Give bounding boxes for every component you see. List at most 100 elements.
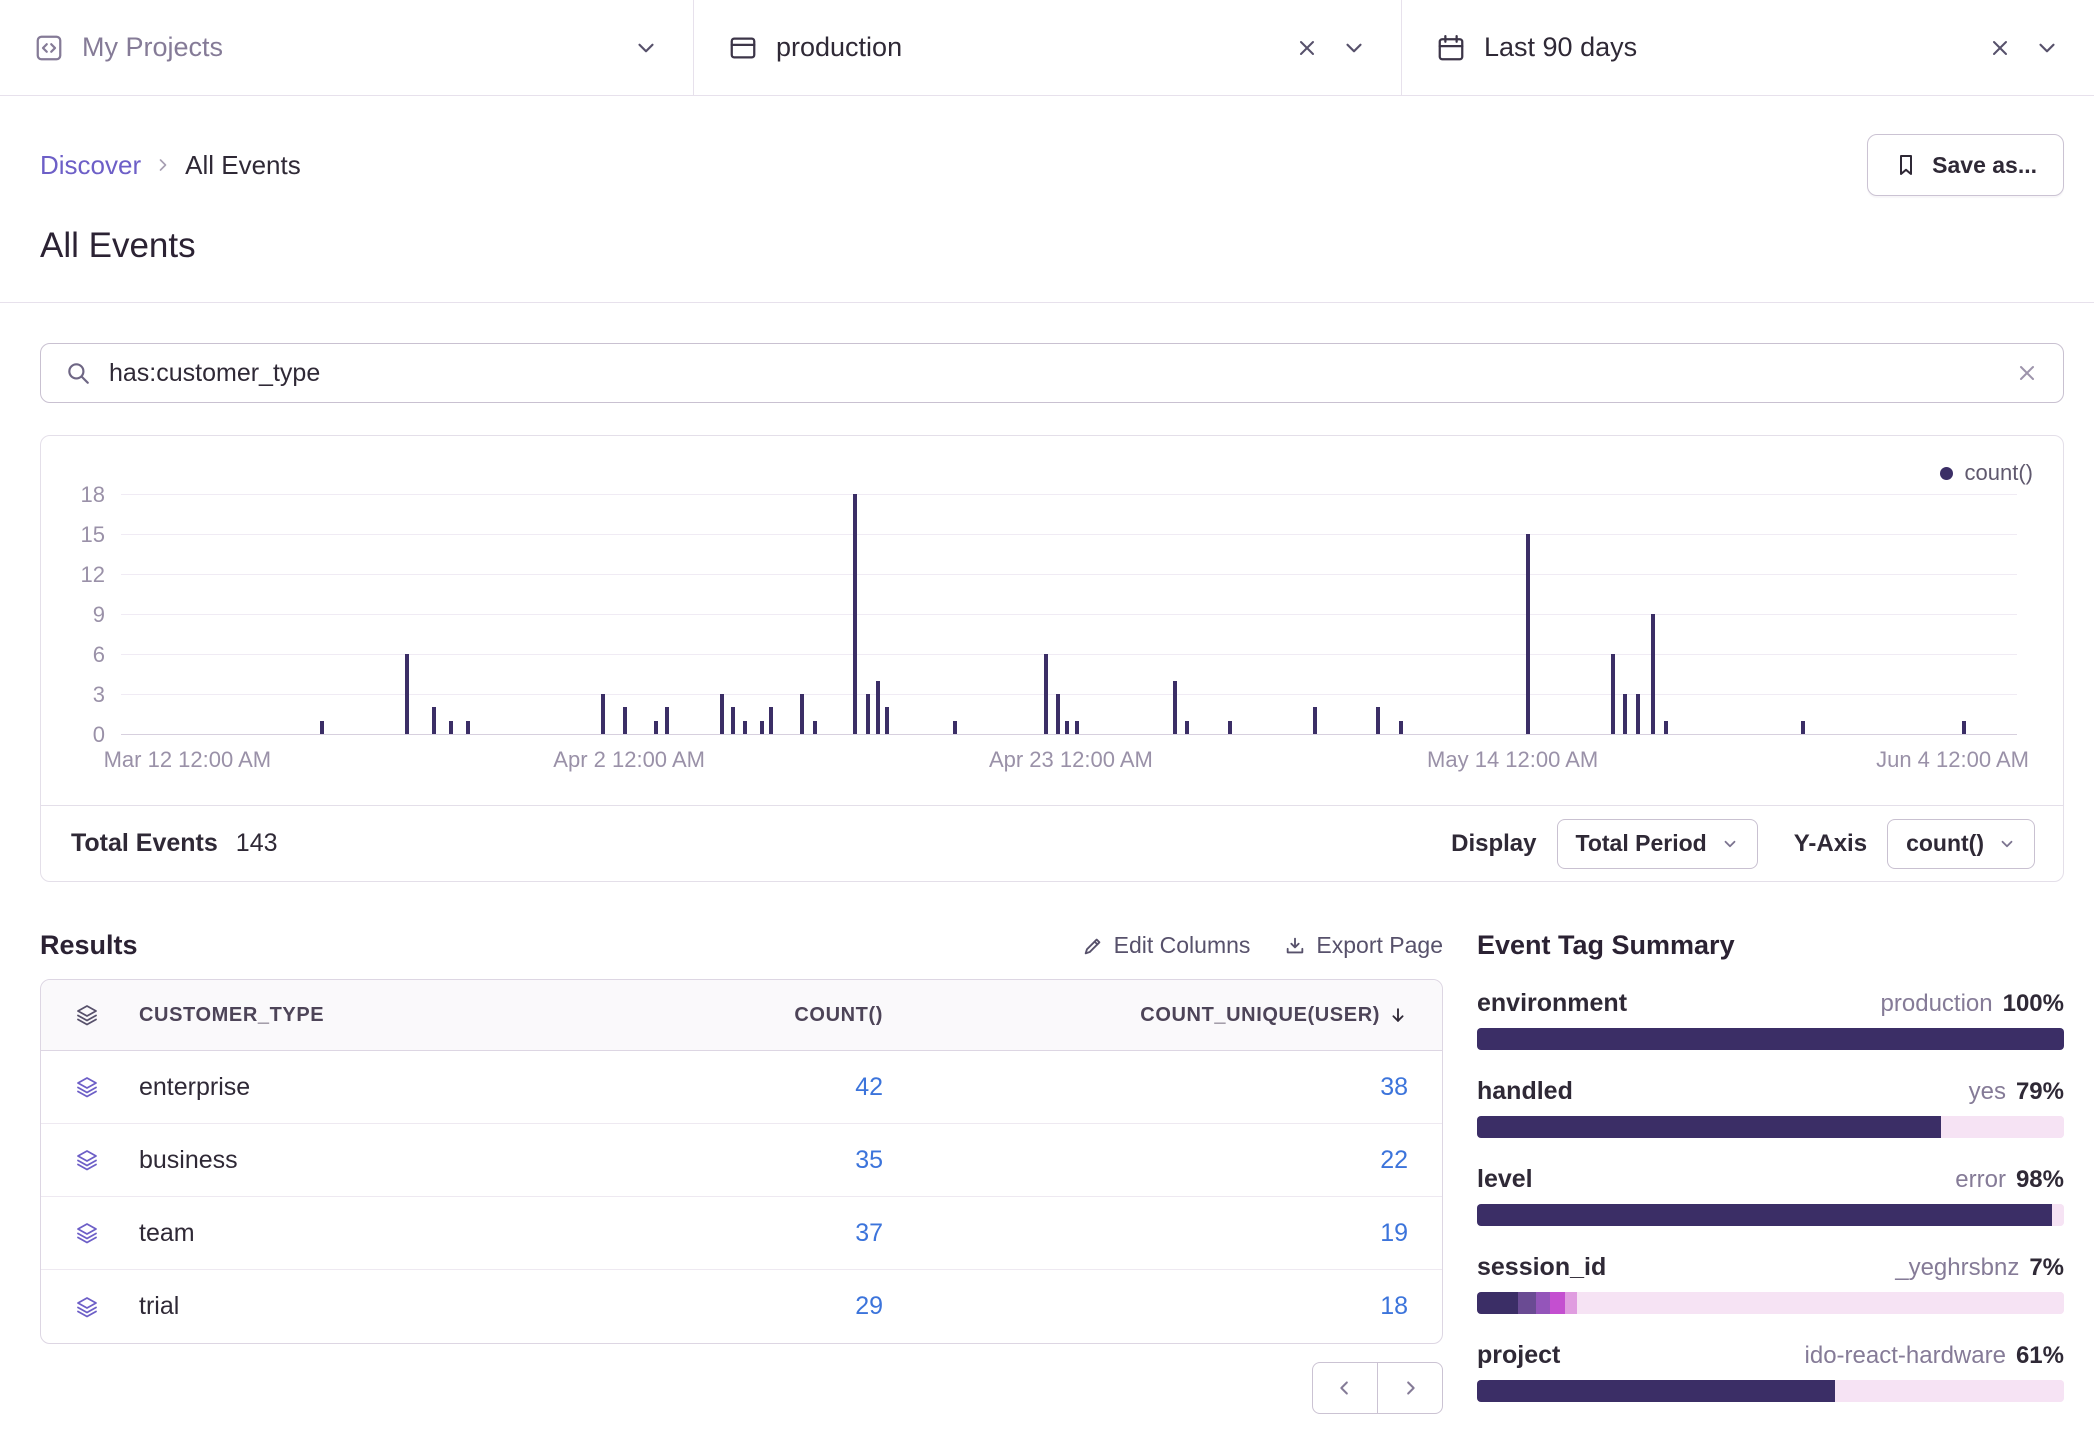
tag-summary-title: Event Tag Summary (1477, 930, 2064, 961)
save-as-button[interactable]: Save as... (1867, 134, 2064, 196)
column-header-count[interactable]: COUNT() (563, 1004, 883, 1027)
tag-top-value: production (1881, 990, 1993, 1018)
tag-item-level: level error 98% (1477, 1165, 2064, 1226)
chevron-down-icon (1721, 835, 1739, 853)
tag-item-project: project ido-react-hardware 61% (1477, 1341, 2064, 1402)
legend-label: count() (1965, 460, 2033, 486)
tag-percent: 79% (2016, 1078, 2064, 1106)
chart-footer: Total Events 143 Display Total Period Y-… (41, 805, 2063, 881)
tag-name: project (1477, 1341, 1560, 1370)
tag-name: session_id (1477, 1253, 1606, 1282)
results-table: CUSTOMER_TYPE COUNT() COUNT_UNIQUE(USER)… (40, 979, 1443, 1344)
pencil-icon (1082, 935, 1104, 957)
table-header-row: CUSTOMER_TYPE COUNT() COUNT_UNIQUE(USER) (41, 980, 1442, 1051)
next-page-button[interactable] (1377, 1362, 1443, 1414)
count-value[interactable]: 42 (563, 1073, 883, 1102)
chart-plot: 0369121518 (121, 495, 2017, 735)
tag-name: level (1477, 1165, 1533, 1194)
tag-percent: 7% (2029, 1254, 2064, 1282)
table-row: business 35 22 (41, 1124, 1442, 1197)
clear-search-icon[interactable] (2015, 361, 2039, 385)
date-range-label: Last 90 days (1484, 32, 1637, 63)
tag-distribution-bar[interactable] (1477, 1292, 2064, 1314)
date-range-selector[interactable]: Last 90 days (1402, 0, 2094, 95)
layers-icon (75, 1075, 139, 1099)
export-page-button[interactable]: Export Page (1284, 932, 1443, 959)
projects-icon (34, 33, 64, 63)
page-title: All Events (0, 196, 2094, 302)
clear-date-range-icon[interactable] (1988, 36, 2012, 60)
search-bar[interactable]: has:customer_type (40, 343, 2064, 403)
legend-dot-icon (1940, 467, 1953, 480)
download-icon (1284, 935, 1306, 957)
tag-top-value: _yeghrsbnz (1895, 1254, 2019, 1282)
environment-selector[interactable]: production (694, 0, 1402, 95)
tag-distribution-bar[interactable] (1477, 1028, 2064, 1050)
count-unique-value[interactable]: 18 (883, 1292, 1408, 1321)
count-unique-value[interactable]: 38 (883, 1073, 1408, 1102)
tag-percent: 100% (2003, 990, 2064, 1018)
tag-name: handled (1477, 1077, 1573, 1106)
tag-distribution-bar[interactable] (1477, 1204, 2064, 1226)
events-chart[interactable]: count() 0369121518 Mar 12 12:00 AMApr 2 … (41, 436, 2063, 807)
yaxis-label: Y-Axis (1794, 830, 1867, 858)
tag-distribution-bar[interactable] (1477, 1380, 2064, 1402)
customer-type-value: business (139, 1146, 563, 1175)
top-bar: My Projects production (0, 0, 2094, 96)
table-row: trial 29 18 (41, 1270, 1442, 1343)
chart-xticks: Mar 12 12:00 AMApr 2 12:00 AMApr 23 12:0… (121, 747, 2017, 777)
tag-top-value: yes (1969, 1078, 2006, 1106)
edit-columns-label: Edit Columns (1114, 932, 1251, 959)
display-dropdown-value: Total Period (1576, 830, 1707, 857)
table-row: enterprise 42 38 (41, 1051, 1442, 1124)
layers-icon (75, 1221, 139, 1245)
sort-desc-icon[interactable] (1388, 1005, 1408, 1025)
chevron-down-icon[interactable] (2034, 35, 2060, 61)
column-header-customer-type[interactable]: CUSTOMER_TYPE (139, 1004, 563, 1027)
breadcrumb-discover-link[interactable]: Discover (40, 150, 141, 181)
total-events: Total Events 143 (71, 829, 278, 858)
tag-distribution-bar[interactable] (1477, 1116, 2064, 1138)
chevron-down-icon[interactable] (633, 35, 659, 61)
display-label: Display (1451, 830, 1536, 858)
bookmark-icon (1894, 153, 1918, 177)
column-header-count-unique[interactable]: COUNT_UNIQUE(USER) (1140, 1004, 1380, 1027)
breadcrumb-row: Discover All Events Save as... (0, 96, 2094, 196)
tag-top-value: error (1955, 1166, 2006, 1194)
count-unique-value[interactable]: 19 (883, 1219, 1408, 1248)
export-page-label: Export Page (1316, 932, 1443, 959)
layers-icon (75, 1295, 139, 1319)
chevron-right-icon (153, 155, 173, 175)
yaxis-dropdown-value: count() (1906, 830, 1984, 857)
count-value[interactable]: 29 (563, 1292, 883, 1321)
save-as-label: Save as... (1932, 152, 2037, 179)
search-query[interactable]: has:customer_type (109, 359, 320, 388)
tag-top-value: ido-react-hardware (1805, 1342, 2006, 1370)
count-unique-value[interactable]: 22 (883, 1146, 1408, 1175)
tag-item-session-id: session_id _yeghrsbnz 7% (1477, 1253, 2064, 1314)
yaxis-dropdown[interactable]: count() (1887, 819, 2035, 869)
count-value[interactable]: 37 (563, 1219, 883, 1248)
breadcrumb: Discover All Events (40, 150, 301, 181)
clear-environment-icon[interactable] (1295, 36, 1319, 60)
chart-legend[interactable]: count() (1940, 460, 2033, 486)
results-title: Results (40, 930, 138, 961)
chevron-down-icon[interactable] (1341, 35, 1367, 61)
chevron-down-icon (1998, 835, 2016, 853)
count-value[interactable]: 35 (563, 1146, 883, 1175)
environment-selector-label: production (776, 32, 902, 63)
customer-type-value: enterprise (139, 1073, 563, 1102)
total-events-label: Total Events (71, 829, 218, 858)
layers-icon (75, 1003, 139, 1027)
search-icon (65, 360, 91, 386)
events-chart-panel: count() 0369121518 Mar 12 12:00 AMApr 2 … (40, 435, 2064, 882)
project-selector[interactable]: My Projects (0, 0, 694, 95)
display-dropdown[interactable]: Total Period (1557, 819, 1758, 869)
tag-item-environment: environment production 100% (1477, 989, 2064, 1050)
tag-name: environment (1477, 989, 1627, 1018)
total-events-value: 143 (236, 829, 278, 858)
previous-page-button[interactable] (1312, 1362, 1378, 1414)
edit-columns-button[interactable]: Edit Columns (1082, 932, 1251, 959)
customer-type-value: team (139, 1219, 563, 1248)
project-selector-label: My Projects (82, 32, 223, 63)
